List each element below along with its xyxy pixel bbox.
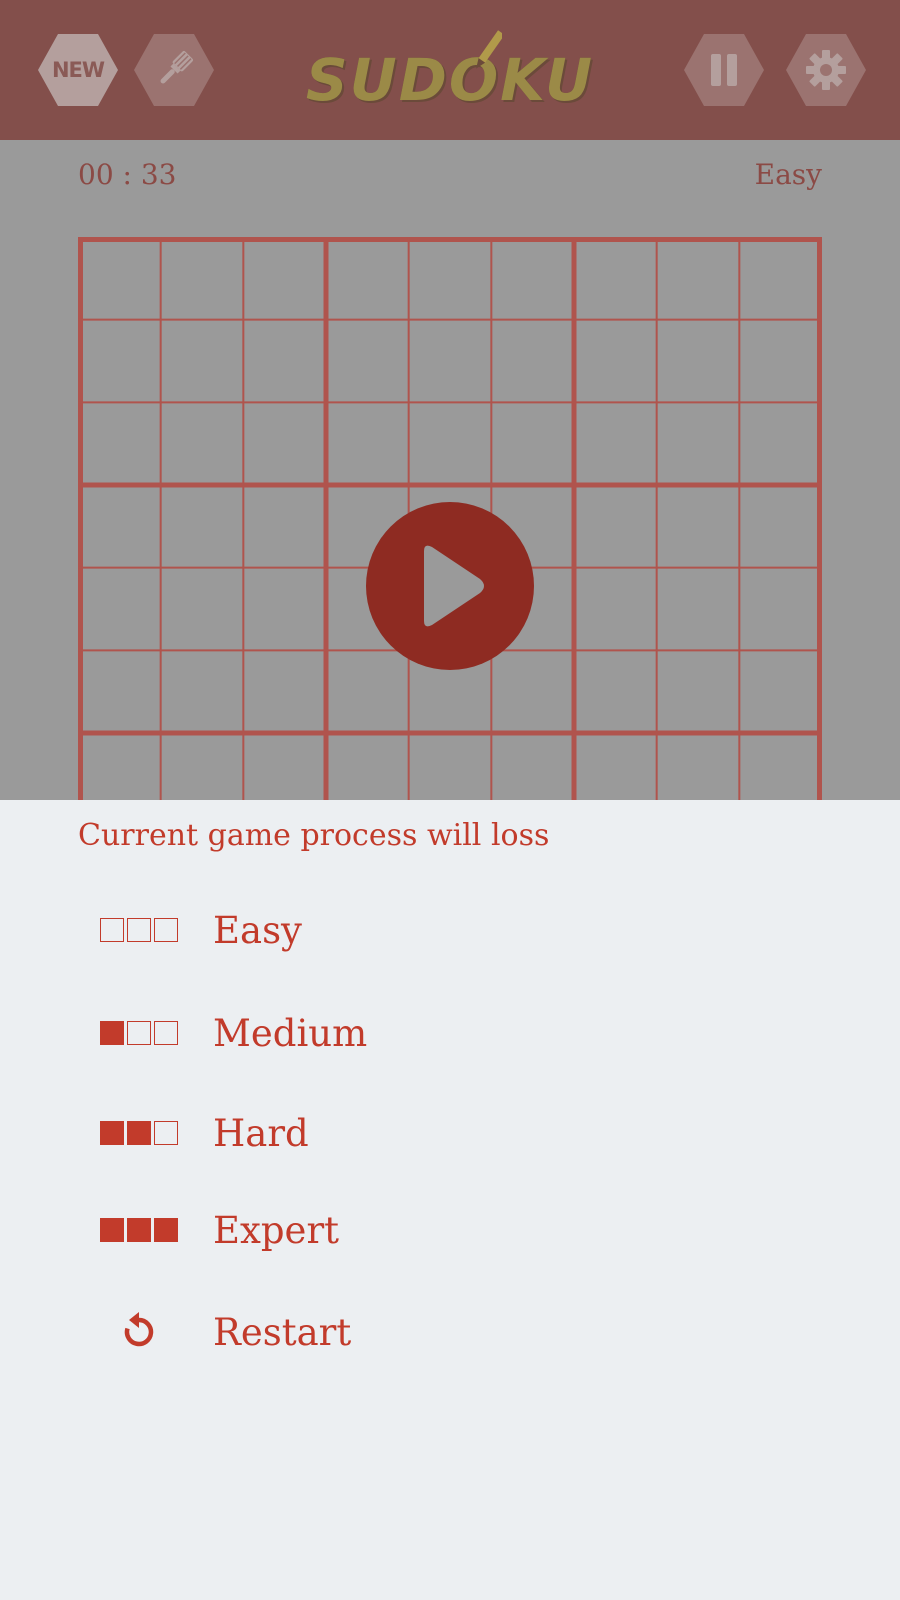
- theme-button[interactable]: [134, 34, 214, 106]
- option-label: Expert: [213, 1208, 340, 1252]
- level-square: [100, 1021, 124, 1045]
- resume-button[interactable]: [366, 502, 534, 670]
- sudoku-logo: SUDOKU: [300, 28, 600, 120]
- pause-button[interactable]: [684, 34, 764, 106]
- level-square: [127, 918, 151, 942]
- level-square: [154, 1021, 178, 1045]
- level-square: [154, 1218, 178, 1242]
- new-game-button[interactable]: NEW: [38, 34, 118, 106]
- option-restart[interactable]: Restart: [100, 1297, 800, 1367]
- top-bar: NEW SUDOKU: [0, 0, 900, 140]
- level-square: [100, 918, 124, 942]
- difficulty-squares: [100, 918, 178, 942]
- restart-icon: [124, 1312, 154, 1347]
- level-square: [127, 1021, 151, 1045]
- difficulty-squares: [100, 1218, 178, 1242]
- pencil-icon: [476, 30, 502, 69]
- difficulty-squares: [100, 1121, 178, 1145]
- level-square: [154, 1121, 178, 1145]
- option-label: Easy: [213, 908, 302, 952]
- option-label: Hard: [213, 1111, 309, 1155]
- paintbrush-icon: [160, 51, 193, 84]
- option-hard[interactable]: Hard: [100, 1098, 800, 1168]
- logo-text: SUDOKU: [305, 46, 595, 114]
- pause-icon: [711, 54, 737, 86]
- level-square: [127, 1218, 151, 1242]
- play-icon: [424, 545, 484, 627]
- new-game-sheet: Current game process will loss Easy Medi…: [0, 800, 900, 1600]
- level-square: [127, 1121, 151, 1145]
- timer: 00 : 33: [78, 158, 177, 191]
- option-easy[interactable]: Easy: [100, 895, 800, 965]
- option-expert[interactable]: Expert: [100, 1195, 800, 1265]
- settings-button[interactable]: [786, 34, 866, 106]
- new-label: NEW: [51, 58, 105, 82]
- option-medium[interactable]: Medium: [100, 998, 800, 1068]
- option-label: Restart: [213, 1310, 352, 1354]
- warning-text: Current game process will loss: [78, 818, 550, 853]
- difficulty-label: Easy: [754, 158, 822, 191]
- level-square: [154, 918, 178, 942]
- level-square: [100, 1218, 124, 1242]
- gear-icon: [806, 50, 846, 90]
- level-square: [100, 1121, 124, 1145]
- difficulty-squares: [100, 1021, 178, 1045]
- option-label: Medium: [213, 1011, 368, 1055]
